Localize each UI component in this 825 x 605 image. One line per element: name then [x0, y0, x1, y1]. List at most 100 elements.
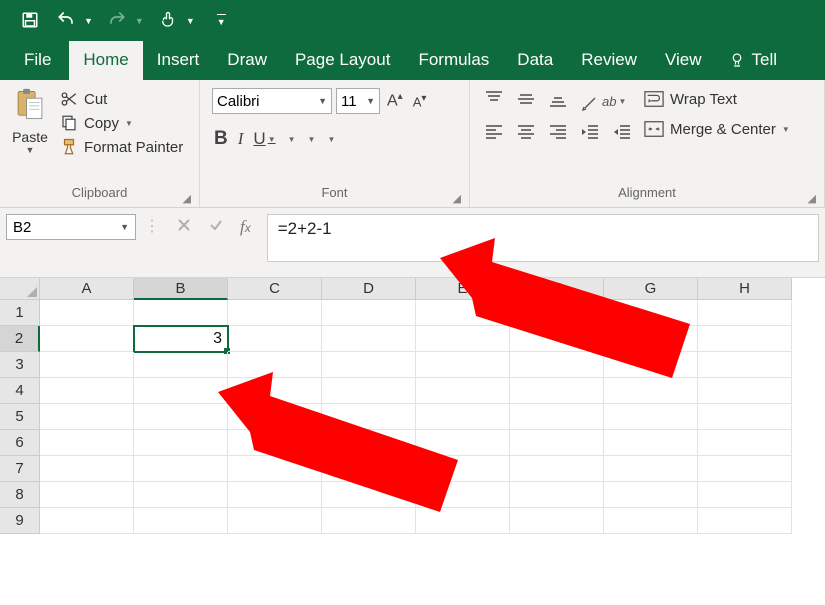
- col-header-d[interactable]: D: [322, 278, 416, 300]
- undo-button[interactable]: [54, 8, 78, 32]
- borders-button[interactable]: ▼: [286, 135, 296, 144]
- fill-color-button[interactable]: ▼: [306, 135, 316, 144]
- cell-f2[interactable]: [510, 326, 604, 352]
- cell-h5[interactable]: [698, 404, 792, 430]
- row-header-1[interactable]: 1: [0, 300, 40, 326]
- cell-d7[interactable]: [322, 456, 416, 482]
- cell-h7[interactable]: [698, 456, 792, 482]
- cell-g1[interactable]: [604, 300, 698, 326]
- undo-dropdown-icon[interactable]: ▼: [84, 14, 93, 26]
- cell-b9[interactable]: [134, 508, 228, 534]
- cell-f3[interactable]: [510, 352, 604, 378]
- cell-d6[interactable]: [322, 430, 416, 456]
- bold-button[interactable]: B: [214, 128, 228, 150]
- cell-f7[interactable]: [510, 456, 604, 482]
- cell-g6[interactable]: [604, 430, 698, 456]
- tab-file[interactable]: File: [6, 41, 69, 80]
- underline-button[interactable]: U ▼: [253, 129, 275, 149]
- qat-customize-icon[interactable]: ▼: [217, 14, 226, 27]
- align-center-button[interactable]: [516, 123, 536, 146]
- cell-b8[interactable]: [134, 482, 228, 508]
- cell-h3[interactable]: [698, 352, 792, 378]
- cell-c8[interactable]: [228, 482, 322, 508]
- clipboard-launcher-icon[interactable]: ◢: [183, 192, 191, 205]
- paste-button[interactable]: Paste ▼: [6, 84, 54, 155]
- enter-formula-button[interactable]: [208, 217, 224, 238]
- cell-e9[interactable]: [416, 508, 510, 534]
- align-middle-button[interactable]: [516, 90, 536, 113]
- cell-h6[interactable]: [698, 430, 792, 456]
- col-header-c[interactable]: C: [228, 278, 322, 300]
- cell-f5[interactable]: [510, 404, 604, 430]
- cell-h1[interactable]: [698, 300, 792, 326]
- cell-a9[interactable]: [40, 508, 134, 534]
- tab-formulas[interactable]: Formulas: [404, 41, 503, 80]
- redo-button[interactable]: [105, 8, 129, 32]
- cell-g8[interactable]: [604, 482, 698, 508]
- cell-e3[interactable]: [416, 352, 510, 378]
- paste-dropdown-icon[interactable]: ▼: [6, 145, 54, 155]
- cell-g4[interactable]: [604, 378, 698, 404]
- tab-data[interactable]: Data: [503, 41, 567, 80]
- cell-c7[interactable]: [228, 456, 322, 482]
- cell-g2[interactable]: [604, 326, 698, 352]
- col-header-b[interactable]: B: [134, 278, 228, 300]
- tab-review[interactable]: Review: [567, 41, 651, 80]
- cell-d1[interactable]: [322, 300, 416, 326]
- font-launcher-icon[interactable]: ◢: [453, 192, 461, 205]
- name-box[interactable]: B2 ▼: [6, 214, 136, 240]
- copy-button[interactable]: Copy ▼: [60, 114, 183, 132]
- cell-b3[interactable]: [134, 352, 228, 378]
- touch-dropdown-icon[interactable]: ▼: [186, 14, 195, 26]
- row-header-7[interactable]: 7: [0, 456, 40, 482]
- cell-d8[interactable]: [322, 482, 416, 508]
- cell-g7[interactable]: [604, 456, 698, 482]
- cell-c3[interactable]: [228, 352, 322, 378]
- tab-insert[interactable]: Insert: [143, 41, 214, 80]
- align-bottom-button[interactable]: [548, 90, 568, 113]
- cell-h4[interactable]: [698, 378, 792, 404]
- align-right-button[interactable]: [548, 123, 568, 146]
- formula-input[interactable]: =2+2-1: [267, 214, 819, 262]
- cell-c2[interactable]: [228, 326, 322, 352]
- cell-c5[interactable]: [228, 404, 322, 430]
- redo-dropdown-icon[interactable]: ▼: [135, 14, 144, 26]
- tab-home[interactable]: Home: [69, 41, 142, 80]
- cell-e2[interactable]: [416, 326, 510, 352]
- cell-d4[interactable]: [322, 378, 416, 404]
- cell-f9[interactable]: [510, 508, 604, 534]
- fx-icon[interactable]: fx: [240, 217, 251, 237]
- copy-dropdown-icon[interactable]: ▼: [125, 119, 133, 128]
- cell-a7[interactable]: [40, 456, 134, 482]
- row-header-5[interactable]: 5: [0, 404, 40, 430]
- font-name-select[interactable]: Calibri▼: [212, 88, 332, 114]
- cell-e4[interactable]: [416, 378, 510, 404]
- increase-indent-button[interactable]: [612, 123, 632, 146]
- increase-font-button[interactable]: A▴: [384, 91, 406, 110]
- cell-b7[interactable]: [134, 456, 228, 482]
- font-size-select[interactable]: 11▼: [336, 88, 380, 114]
- tab-view[interactable]: View: [651, 41, 716, 80]
- col-header-e[interactable]: E: [416, 278, 510, 300]
- row-header-3[interactable]: 3: [0, 352, 40, 378]
- alignment-launcher-icon[interactable]: ◢: [808, 192, 816, 205]
- cell-c1[interactable]: [228, 300, 322, 326]
- col-header-g[interactable]: G: [604, 278, 698, 300]
- row-header-8[interactable]: 8: [0, 482, 40, 508]
- cell-g9[interactable]: [604, 508, 698, 534]
- tell-me-button[interactable]: Tell: [724, 41, 782, 80]
- row-header-9[interactable]: 9: [0, 508, 40, 534]
- col-header-f[interactable]: F: [510, 278, 604, 300]
- cell-e8[interactable]: [416, 482, 510, 508]
- wrap-text-button[interactable]: Wrap Text: [644, 90, 790, 108]
- cell-d3[interactable]: [322, 352, 416, 378]
- cell-d2[interactable]: [322, 326, 416, 352]
- format-painter-button[interactable]: Format Painter: [60, 138, 183, 156]
- cell-e7[interactable]: [416, 456, 510, 482]
- cell-d5[interactable]: [322, 404, 416, 430]
- touch-mode-button[interactable]: [156, 8, 180, 32]
- cell-g3[interactable]: [604, 352, 698, 378]
- cell-b2[interactable]: 3: [134, 326, 228, 352]
- cell-f8[interactable]: [510, 482, 604, 508]
- row-header-2[interactable]: 2: [0, 326, 40, 352]
